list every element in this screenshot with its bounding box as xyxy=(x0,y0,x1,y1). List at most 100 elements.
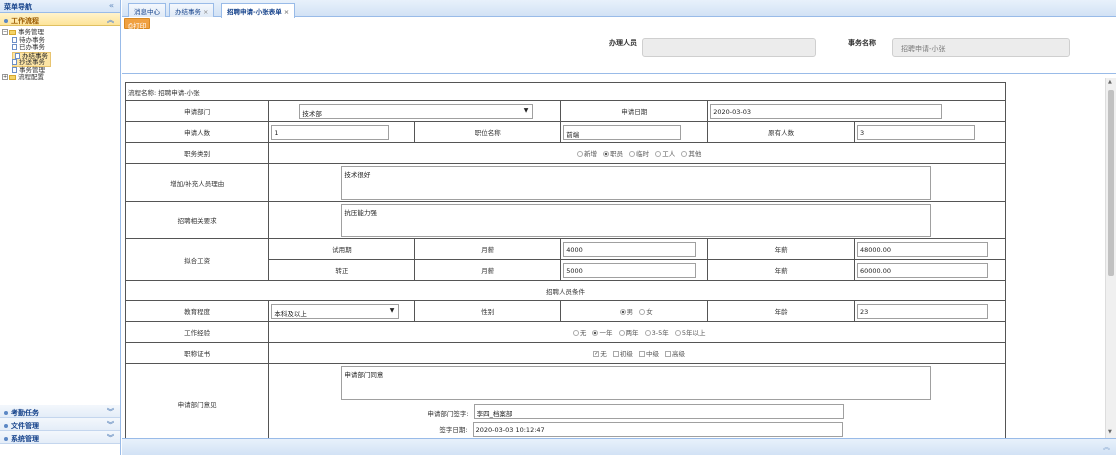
section-bullet-icon xyxy=(4,411,8,415)
dept-cell: 技术部 ▼ xyxy=(268,100,562,122)
trial-annual-input[interactable]: 48000.00 xyxy=(856,241,988,257)
monthly-label: 月薪 xyxy=(414,238,562,260)
sidebar-title: 菜单导航 xyxy=(4,3,32,11)
trial-label: 试用期 xyxy=(268,238,416,260)
chevron-up-icon[interactable]: ︽ xyxy=(107,15,114,25)
edu-label: 教育程度 xyxy=(124,300,270,322)
collapse-toggle-icon[interactable]: − xyxy=(2,29,8,35)
scroll-down-icon[interactable]: ▼ xyxy=(1108,429,1112,435)
radio-exp-3-5[interactable] xyxy=(644,330,651,336)
print-button[interactable]: ⎙打印 xyxy=(124,18,151,30)
header-form: 办理人员 事务名称 招聘申请-小张 xyxy=(122,31,1116,74)
section-system[interactable]: 系统管理 ︾ xyxy=(0,431,120,444)
position-label: 职位名称 xyxy=(414,121,562,143)
section-label: 系统管理 xyxy=(11,435,39,443)
workflow-tree: − 事务管理 待办事务 已办事务 办结事务 抄送事务 事务管理 + 流程配置 xyxy=(0,26,120,85)
collapse-sidebar-icon[interactable]: « xyxy=(109,1,114,10)
vertical-scrollbar[interactable]: ▲ ▼ xyxy=(1105,78,1116,438)
formal-label: 转正 xyxy=(268,259,416,281)
trial-annual-cell: 48000.00 xyxy=(853,238,1007,260)
radio-label: 新增 xyxy=(584,150,598,158)
radio-label: 工人 xyxy=(662,150,676,158)
reason-textarea[interactable]: 技术很好 xyxy=(341,165,932,200)
radio-female[interactable] xyxy=(639,309,646,315)
scroll-up-icon[interactable]: ▲ xyxy=(1108,79,1112,85)
checkbox-label: 初级 xyxy=(619,350,633,358)
form-container: 流程名称: 招聘申请-小张 申请部门 技术部 ▼ 申请日期 2020-03-03 … xyxy=(122,78,1105,438)
signdate-row: 签字日期: 2020-03-03 10:12:47 xyxy=(439,422,1003,437)
tab-form[interactable]: 招聘申请-小张表单 × xyxy=(221,3,296,18)
radio-exp-none[interactable] xyxy=(572,330,579,336)
section-attendance[interactable]: 考勤任务 ︾ xyxy=(0,405,120,418)
checkbox-cert-junior[interactable] xyxy=(612,351,619,357)
date-input[interactable]: 2020-03-03 xyxy=(710,103,943,119)
radio-exp-5plus[interactable] xyxy=(674,330,681,336)
exp-label: 工作经验 xyxy=(124,321,270,343)
tab-completed[interactable]: 办结事务 × xyxy=(169,3,215,17)
age-input[interactable]: 23 xyxy=(856,303,988,319)
document-icon xyxy=(12,59,17,65)
existing-input[interactable]: 3 xyxy=(856,124,975,140)
radio-exp-1[interactable] xyxy=(592,330,599,336)
require-textarea[interactable]: 抗压能力强 xyxy=(341,203,932,237)
chevron-down-icon[interactable]: ︾ xyxy=(107,420,114,430)
radio-label: 临时 xyxy=(636,150,650,158)
close-icon[interactable]: × xyxy=(203,8,208,16)
age-label: 年龄 xyxy=(707,300,855,322)
position-input[interactable]: 前端 xyxy=(563,124,682,140)
reason-label: 增加/补充人员理由 xyxy=(124,163,270,202)
tree-root2-label: 流程配置 xyxy=(18,73,44,81)
chevron-down-icon[interactable]: ︾ xyxy=(107,433,114,443)
signdate-input[interactable]: 2020-03-03 10:12:47 xyxy=(472,422,843,437)
date-label: 申请日期 xyxy=(560,100,709,122)
radio-male[interactable] xyxy=(619,309,626,315)
radio-temp[interactable] xyxy=(629,151,636,157)
trial-monthly-input[interactable]: 4000 xyxy=(563,241,697,257)
section-label: 考勤任务 xyxy=(11,409,39,417)
radio-label: 3-5年 xyxy=(651,329,669,337)
opinion-cell: 申请部门同意 申请部门签字: 李四_档案部 签字日期: 2020-03-03 1… xyxy=(268,363,1006,438)
dropdown-arrow-icon: ▼ xyxy=(389,306,395,314)
tab-messages[interactable]: 消息中心 xyxy=(128,3,166,17)
tab-label: 办结事务 xyxy=(175,8,201,16)
opinion-textarea[interactable]: 申请部门同意 xyxy=(341,366,932,400)
scrollbar-thumb[interactable] xyxy=(1108,90,1114,276)
title-field[interactable]: 招聘申请-小张 xyxy=(892,38,1070,57)
checkbox-label: 无 xyxy=(600,350,607,358)
radio-exp-2[interactable] xyxy=(618,330,625,336)
tree-item-label: 已办事务 xyxy=(19,43,45,51)
monthly-label: 月薪 xyxy=(414,259,562,281)
tree-node-config[interactable]: + 流程配置 xyxy=(2,73,118,82)
reason-cell: 技术很好 xyxy=(268,163,1006,202)
checkbox-label: 高级 xyxy=(672,350,686,358)
dept-select[interactable]: 技术部 ▼ xyxy=(299,103,534,119)
sidebar: 菜单导航 « 工作流程 ︽ − 事务管理 待办事务 已办事务 办结事务 抄送事务 … xyxy=(0,0,121,455)
conditions-header: 招聘人员条件 xyxy=(125,280,1006,301)
formal-annual-input[interactable]: 60000.00 xyxy=(856,262,988,278)
section-files[interactable]: 文件管理 ︾ xyxy=(0,418,120,431)
expand-toggle-icon[interactable]: + xyxy=(2,74,8,80)
count-input[interactable]: 1 xyxy=(271,124,390,140)
checkbox-cert-none[interactable]: ✓ xyxy=(593,351,600,357)
cert-label: 职称证书 xyxy=(124,342,270,364)
radio-staff[interactable] xyxy=(603,151,610,157)
edu-select[interactable]: 本科及以上 ▼ xyxy=(271,303,400,319)
salary-label: 拟合工资 xyxy=(124,238,270,281)
signdate-label: 签字日期: xyxy=(439,426,468,434)
section-bullet-icon xyxy=(4,424,8,428)
checkbox-cert-middle[interactable] xyxy=(638,351,645,357)
formal-monthly-input[interactable]: 5000 xyxy=(563,262,697,278)
checkbox-cert-senior[interactable] xyxy=(665,351,672,357)
section-workflow[interactable]: 工作流程 ︽ xyxy=(0,13,120,26)
radio-new[interactable] xyxy=(577,151,584,157)
tree-item-done[interactable]: 已办事务 xyxy=(2,43,118,52)
radio-worker[interactable] xyxy=(655,151,662,157)
count-label: 申请人数 xyxy=(124,121,270,143)
radio-other[interactable] xyxy=(681,151,688,157)
jobtype-options: 新增 职员 临时 工人 其他 xyxy=(268,142,1006,164)
chevron-down-icon[interactable]: ︾ xyxy=(107,407,114,417)
handler-field[interactable] xyxy=(642,38,816,57)
close-icon[interactable]: × xyxy=(284,8,289,16)
sign-input[interactable]: 李四_档案部 xyxy=(473,404,844,419)
chevron-up-icon[interactable]: ︽ xyxy=(1103,442,1110,452)
